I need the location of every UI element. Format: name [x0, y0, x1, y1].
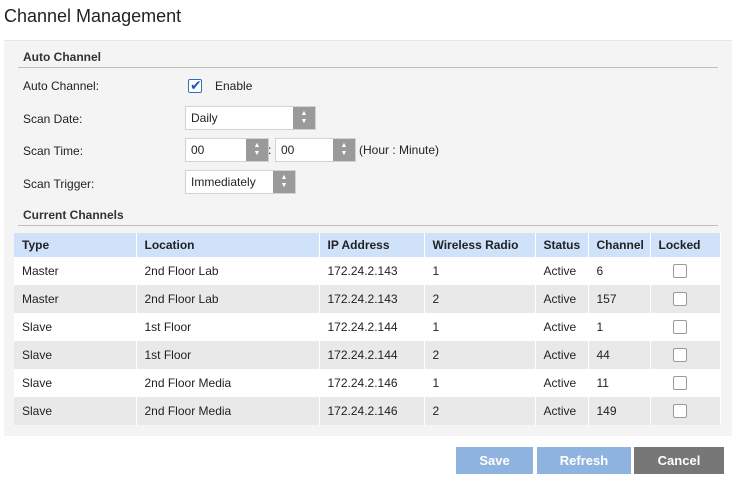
scan-time-hour-value: 00: [191, 143, 205, 157]
locked-checkbox[interactable]: [672, 404, 687, 419]
cell-ip: 172.24.2.146: [319, 397, 425, 425]
channels-table: Type Location IP Address Wireless Radio …: [14, 233, 721, 425]
cancel-button[interactable]: Cancel: [634, 447, 724, 474]
cell-location: 2nd Floor Lab: [136, 285, 320, 313]
cell-type: Master: [14, 285, 137, 313]
table-row: Master 2nd Floor Lab 172.24.2.143 2 Acti…: [14, 285, 721, 313]
channel-settings-panel: Auto Channel Auto Channel: ✔ Enable Scan…: [4, 40, 732, 436]
cell-type: Master: [14, 257, 137, 285]
table-header-row: Type Location IP Address Wireless Radio …: [14, 233, 721, 257]
locked-checkbox[interactable]: [672, 292, 687, 307]
scan-trigger-value: Immediately: [191, 175, 256, 189]
cell-ip: 172.24.2.144: [319, 313, 425, 341]
table-row: Slave 1st Floor 172.24.2.144 2 Active 44: [14, 341, 721, 369]
locked-checkbox[interactable]: [672, 348, 687, 363]
column-header-channel: Channel: [588, 233, 651, 257]
cell-type: Slave: [14, 341, 137, 369]
table-row: Slave 2nd Floor Media 172.24.2.146 1 Act…: [14, 369, 721, 397]
cell-radio: 1: [424, 313, 536, 341]
scan-date-select[interactable]: Daily ▲ ▼: [185, 106, 316, 130]
refresh-button[interactable]: Refresh: [537, 447, 631, 474]
cell-status: Active: [535, 257, 589, 285]
column-header-ip-address: IP Address: [319, 233, 425, 257]
enable-label: Enable: [215, 79, 253, 93]
cell-location: 2nd Floor Lab: [136, 257, 320, 285]
cell-status: Active: [535, 313, 589, 341]
column-header-location: Location: [136, 233, 320, 257]
column-header-type: Type: [14, 233, 137, 257]
cell-radio: 1: [424, 257, 536, 285]
scan-date-label: Scan Date:: [23, 112, 83, 126]
column-header-locked: Locked: [650, 233, 721, 257]
locked-checkbox[interactable]: [672, 320, 687, 335]
cell-locked: [650, 369, 721, 397]
page-title: Channel Management: [4, 6, 182, 26]
cell-channel: 1: [588, 313, 651, 341]
up-down-arrows-icon[interactable]: ▲ ▼: [246, 139, 268, 161]
cell-location: 2nd Floor Media: [136, 397, 320, 425]
cell-locked: [650, 397, 721, 425]
column-header-status: Status: [535, 233, 589, 257]
scan-time-minute-select[interactable]: 00 ▲ ▼: [275, 138, 356, 162]
scan-time-minute-value: 00: [281, 143, 295, 157]
cell-channel: 149: [588, 397, 651, 425]
cell-channel: 11: [588, 369, 651, 397]
up-down-arrows-icon[interactable]: ▲ ▼: [333, 139, 355, 161]
table-row: Master 2nd Floor Lab 172.24.2.143 1 Acti…: [14, 257, 721, 285]
cell-location: 1st Floor: [136, 313, 320, 341]
scan-time-hint: (Hour : Minute): [359, 143, 440, 157]
cell-location: 1st Floor: [136, 341, 320, 369]
cell-radio: 2: [424, 285, 536, 313]
cell-status: Active: [535, 369, 589, 397]
table-row: Slave 1st Floor 172.24.2.144 1 Active 1: [14, 313, 721, 341]
cell-ip: 172.24.2.146: [319, 369, 425, 397]
check-icon: ✔: [190, 77, 202, 93]
auto-channel-enable[interactable]: ✔ Enable: [188, 77, 253, 93]
cell-type: Slave: [14, 313, 137, 341]
cell-ip: 172.24.2.143: [319, 285, 425, 313]
up-down-arrows-icon[interactable]: ▲ ▼: [273, 171, 295, 193]
cell-locked: [650, 285, 721, 313]
enable-checkbox[interactable]: ✔: [188, 77, 202, 93]
cell-channel: 44: [588, 341, 651, 369]
cell-type: Slave: [14, 369, 137, 397]
cell-status: Active: [535, 397, 589, 425]
current-channels-section-title: Current Channels: [23, 208, 124, 222]
cell-radio: 1: [424, 369, 536, 397]
cell-status: Active: [535, 341, 589, 369]
scan-time-hour-select[interactable]: 00 ▲ ▼: [185, 138, 269, 162]
cell-locked: [650, 341, 721, 369]
save-button[interactable]: Save: [456, 447, 533, 474]
cell-ip: 172.24.2.144: [319, 341, 425, 369]
locked-checkbox[interactable]: [672, 376, 687, 391]
cell-channel: 6: [588, 257, 651, 285]
section-divider: [18, 225, 718, 226]
table-row: Slave 2nd Floor Media 172.24.2.146 2 Act…: [14, 397, 721, 425]
scan-trigger-select[interactable]: Immediately ▲ ▼: [185, 170, 296, 194]
auto-channel-section-title: Auto Channel: [23, 50, 101, 64]
up-down-arrows-icon[interactable]: ▲ ▼: [293, 107, 315, 129]
scan-trigger-label: Scan Trigger:: [23, 177, 95, 191]
cell-ip: 172.24.2.143: [319, 257, 425, 285]
scan-time-label: Scan Time:: [23, 144, 84, 158]
cell-status: Active: [535, 285, 589, 313]
column-header-wireless-radio: Wireless Radio: [424, 233, 536, 257]
locked-checkbox[interactable]: [672, 264, 687, 279]
cell-radio: 2: [424, 341, 536, 369]
cell-channel: 157: [588, 285, 651, 313]
cell-type: Slave: [14, 397, 137, 425]
auto-channel-label: Auto Channel:: [23, 79, 100, 93]
scan-date-value: Daily: [191, 111, 218, 125]
cell-locked: [650, 313, 721, 341]
section-divider: [18, 67, 718, 68]
cell-radio: 2: [424, 397, 536, 425]
time-separator: :: [268, 143, 272, 157]
cell-locked: [650, 257, 721, 285]
cell-location: 2nd Floor Media: [136, 369, 320, 397]
